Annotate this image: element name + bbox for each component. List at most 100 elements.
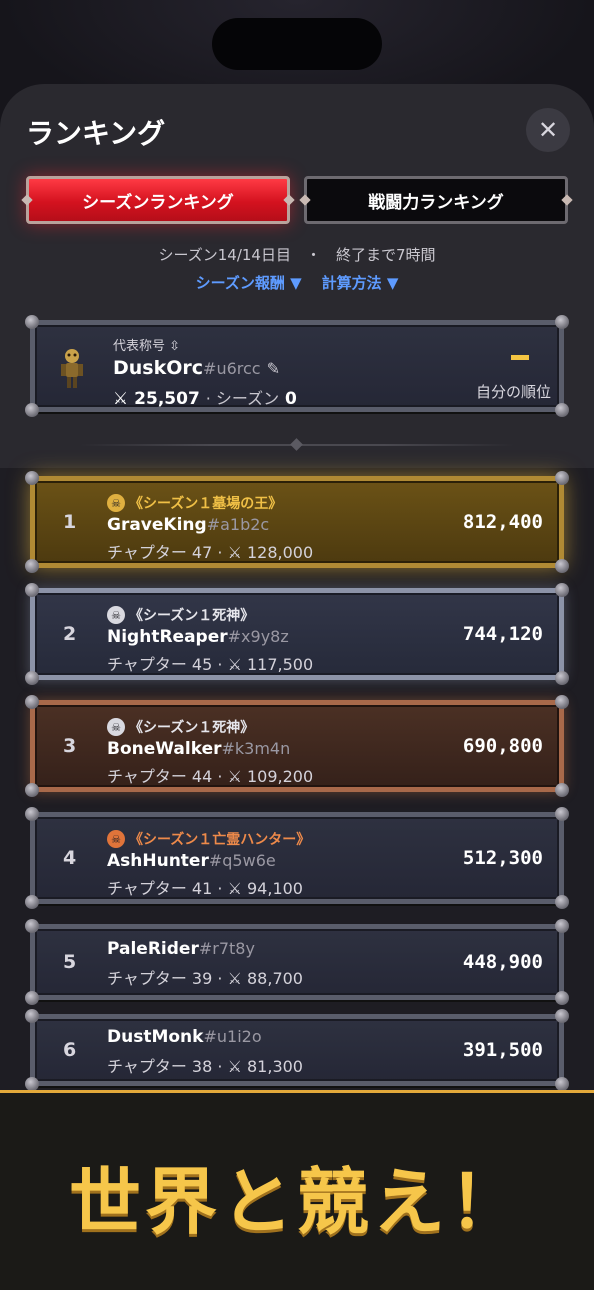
ranking-row[interactable]: 5 PaleRider#r7t8y チャプター 39 · ⚔ 88,700 44… — [25, 919, 569, 1005]
rivet — [555, 559, 569, 573]
rivet — [25, 807, 39, 821]
player-stats: チャプター 47 · ⚔ 128,000 — [107, 539, 313, 563]
player-title-text: 《シーズン１死神》 — [129, 720, 255, 736]
swords-icon: ⚔ — [227, 543, 242, 562]
calculation-method-link[interactable]: 計算方法 ▼ — [322, 272, 399, 293]
my-rank-label: 自分の順位 — [475, 383, 551, 401]
player-name-text: BoneWalker — [107, 739, 222, 759]
rivet — [555, 895, 569, 909]
power-value: 25,507 — [134, 389, 200, 409]
rivet — [25, 895, 39, 909]
rivet — [25, 671, 39, 685]
ranking-row[interactable]: 2 ☠ 《シーズン１死神》 NightReaper#x9y8z チャプター 45… — [25, 583, 569, 685]
chapter-text: チャプター 47 · — [107, 543, 223, 562]
swords-icon: ⚔ — [227, 969, 242, 988]
player-stats: チャプター 45 · ⚔ 117,500 — [107, 651, 313, 675]
divider-ornament — [290, 438, 303, 451]
swords-icon: ⚔ — [227, 655, 242, 674]
ranking-row[interactable]: 6 DustMonk#u1i2o チャプター 38 · ⚔ 81,300 391… — [25, 1009, 569, 1090]
rank-number: 1 — [63, 511, 77, 533]
rank-number: 6 — [63, 1039, 77, 1061]
rank-number: 3 — [63, 735, 77, 757]
player-name: PaleRider#r7t8y — [107, 939, 255, 959]
rivet — [25, 1009, 39, 1023]
season-value: 0 — [285, 389, 297, 409]
rivet — [555, 1077, 569, 1090]
player-title: ☠ 《シーズン１墓場の王》 — [107, 493, 282, 513]
player-tag: #u6rcc — [203, 359, 261, 378]
player-tag: #x9y8z — [227, 627, 289, 646]
rivet — [25, 991, 39, 1005]
info-links: シーズン報酬 ▼ 計算方法 ▼ — [0, 272, 594, 293]
title-selector[interactable]: 代表称号 ⇳ — [113, 335, 180, 354]
tab-season-ranking[interactable]: シーズンランキング — [26, 176, 290, 224]
rank-number: 4 — [63, 847, 77, 869]
promo-text: 世界と競え！ — [68, 1160, 525, 1244]
rank-number: 5 — [63, 951, 77, 973]
player-tag: #q5w6e — [208, 851, 276, 870]
ranking-row[interactable]: 1 ☠ 《シーズン１墓場の王》 GraveKing#a1b2c チャプター 47… — [25, 471, 569, 573]
player-name-text: PaleRider — [107, 939, 199, 959]
rivet — [555, 695, 569, 709]
my-rank-card[interactable]: 代表称号 ⇳ DuskOrc#u6rcc ✎ ⚔ 25,507 · シーズン 0 … — [25, 315, 569, 417]
avatar — [55, 347, 89, 389]
player-stats: チャプター 41 · ⚔ 94,100 — [107, 875, 303, 899]
rank-number: 2 — [63, 623, 77, 645]
chapter-text: チャプター 41 · — [107, 879, 223, 898]
rivet — [25, 471, 39, 485]
player-name: GraveKing#a1b2c — [107, 515, 269, 535]
tab-power-ranking[interactable]: 戦闘力ランキング — [304, 176, 568, 224]
close-button[interactable]: ✕ — [526, 108, 570, 152]
rivet — [555, 991, 569, 1005]
player-name: DustMonk#u1i2o — [107, 1027, 262, 1047]
player-tag: #a1b2c — [206, 515, 270, 534]
ranking-row[interactable]: 3 ☠ 《シーズン１死神》 BoneWalker#k3m4n チャプター 44 … — [25, 695, 569, 797]
score-value: 812,400 — [462, 511, 543, 533]
power-value: 109,200 — [247, 767, 314, 786]
score-value: 448,900 — [462, 951, 543, 973]
score-value: 391,500 — [462, 1039, 543, 1061]
rivet — [555, 919, 569, 933]
season-status: シーズン14/14日目 ・ 終了まで7時間 — [158, 246, 436, 264]
player-tag: #r7t8y — [198, 939, 255, 958]
power-value: 88,700 — [247, 969, 303, 988]
rivet — [25, 559, 39, 573]
player-tag: #k3m4n — [221, 739, 291, 758]
rivet — [555, 783, 569, 797]
swords-icon: ⚔ — [113, 389, 129, 409]
player-stats: チャプター 39 · ⚔ 88,700 — [107, 965, 303, 989]
power-value: 81,300 — [247, 1057, 303, 1076]
dynamic-island — [212, 18, 382, 70]
player-name-text: AshHunter — [107, 851, 209, 871]
player-title-text: 《シーズン１墓場の王》 — [129, 496, 283, 512]
rivet — [25, 583, 39, 597]
score-value: 744,120 — [462, 623, 543, 645]
player-name: AshHunter#q5w6e — [107, 851, 276, 871]
ranking-sheet: ランキング ✕ シーズンランキング 戦闘力ランキング シーズン14/14日目 ・… — [0, 84, 594, 1090]
player-title: ☠ 《シーズン１死神》 — [107, 717, 254, 737]
my-rank-dash — [511, 355, 529, 360]
score-value: 690,800 — [462, 735, 543, 757]
rivet — [555, 807, 569, 821]
player-title-text: 《シーズン１亡霊ハンター》 — [129, 832, 311, 848]
player-name-text: GraveKing — [107, 515, 207, 535]
player-tag: #u1i2o — [203, 1027, 262, 1046]
skull-badge-icon: ☠ — [107, 606, 125, 624]
season-reward-link[interactable]: シーズン報酬 ▼ — [196, 272, 302, 293]
rivet — [25, 1077, 39, 1090]
power-value: 94,100 — [247, 879, 303, 898]
chapter-text: チャプター 45 · — [107, 655, 223, 674]
rivet — [25, 783, 39, 797]
rivet — [555, 671, 569, 685]
player-name-text: DuskOrc — [113, 357, 204, 379]
player-stats: ⚔ 25,507 · シーズン 0 — [113, 385, 297, 409]
rivet — [555, 1009, 569, 1023]
page-title: ランキング — [26, 117, 166, 150]
season-label: · シーズン — [205, 389, 280, 408]
edit-pencil-icon[interactable]: ✎ — [267, 359, 280, 378]
player-name: DuskOrc#u6rcc ✎ — [113, 357, 280, 379]
rivet — [25, 403, 39, 417]
chapter-text: チャプター 38 · — [107, 1057, 223, 1076]
rivet — [555, 403, 569, 417]
ranking-row[interactable]: 4 ☠ 《シーズン１亡霊ハンター》 AshHunter#q5w6e チャプター … — [25, 807, 569, 909]
